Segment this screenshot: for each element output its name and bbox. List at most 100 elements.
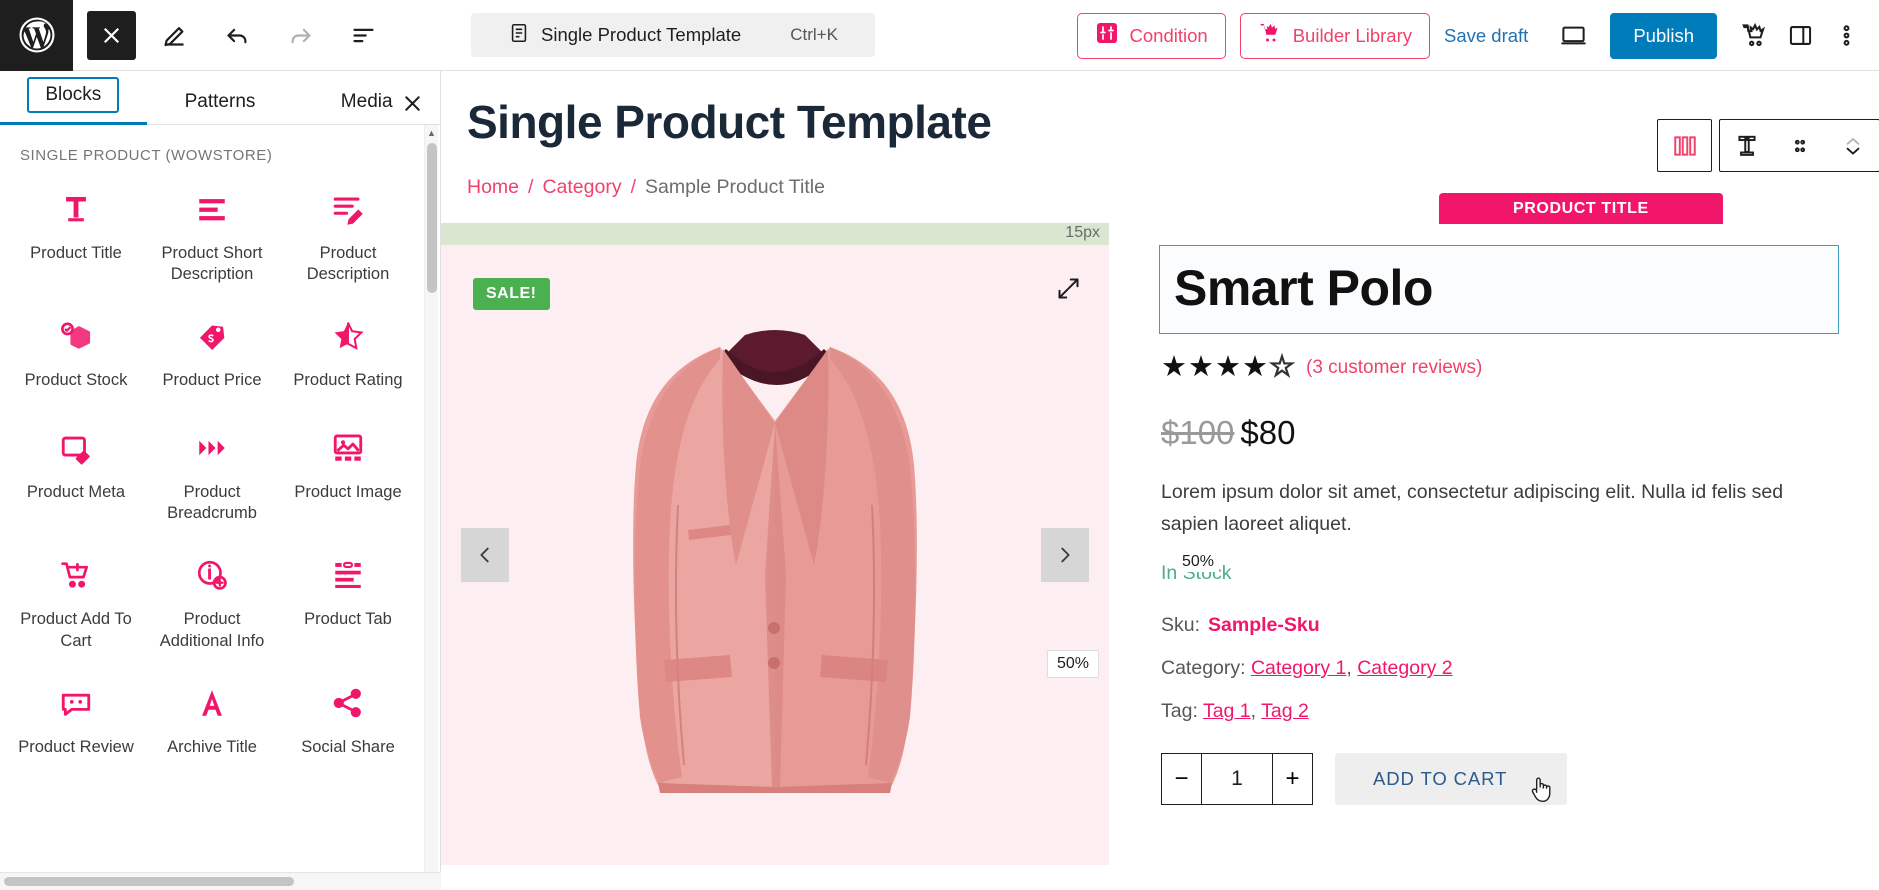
quantity-input[interactable]: 1 (1202, 753, 1272, 806)
save-draft-button[interactable]: Save draft (1444, 25, 1528, 47)
breadcrumb-item-category[interactable]: Category (542, 176, 621, 198)
block-type-product-title-icon[interactable] (1720, 120, 1773, 171)
quantity-decrease-button[interactable]: − (1161, 753, 1202, 806)
sale-badge: SALE! (473, 278, 550, 310)
product-short-description[interactable]: Lorem ipsum dolor sit amet, consectetur … (1159, 477, 1809, 540)
block-item-product-stock[interactable]: Product Stock (8, 295, 144, 407)
product-image (633, 330, 917, 793)
product-gallery-column: 15px SALE! 50% (441, 223, 1109, 865)
tab-patterns-label: Patterns (184, 91, 256, 112)
half-star-icon (331, 317, 365, 355)
product-rating-block[interactable]: ★★★★☆ (3 customer reviews) (1159, 351, 1839, 383)
drag-handle-icon[interactable] (1773, 120, 1826, 171)
block-item-product-rating[interactable]: Product Rating (280, 295, 416, 407)
wowstore-cart-icon[interactable] (1731, 13, 1777, 59)
quantity-increase-button[interactable]: + (1272, 753, 1313, 806)
sidebar-panel-icon[interactable] (1777, 13, 1823, 59)
horizontal-scrollbar-thumb[interactable] (4, 877, 294, 886)
gallery-next-button[interactable] (1041, 528, 1089, 582)
product-price-block[interactable]: $100 $80 (1159, 414, 1839, 452)
selected-block-badge: PRODUCT TITLE (1439, 193, 1723, 224)
move-updown-icon[interactable] (1826, 120, 1879, 171)
block-item-product-title[interactable]: Product Title (8, 168, 144, 295)
add-to-cart-label: ADD TO CART (1373, 768, 1508, 790)
product-layout: 15px SALE! 50% PRODUCT TITLE Smart Polo … (441, 119, 1879, 865)
block-item-archive-title[interactable]: Archive Title (144, 662, 280, 774)
block-item-product-additional-info[interactable]: Product Additional Info (144, 534, 280, 661)
toolbar-group-parent (1657, 119, 1712, 172)
list-view-icon[interactable] (339, 11, 388, 60)
mouse-cursor-hand-icon (1532, 777, 1551, 803)
block-item-product-price[interactable]: Product Price (144, 295, 280, 407)
wordpress-logo-icon[interactable] (0, 0, 73, 71)
block-item-product-review[interactable]: Product Review (8, 662, 144, 774)
block-item-label: Product Title (30, 244, 122, 262)
product-title-block[interactable]: Smart Polo (1159, 245, 1839, 334)
block-item-label: Product Add To Cart (20, 610, 132, 650)
gallery-prev-button[interactable] (461, 528, 509, 582)
tag-label: Tag: (1161, 700, 1198, 723)
close-icon[interactable] (390, 81, 434, 125)
customer-reviews-link[interactable]: (3 customer reviews) (1306, 357, 1482, 379)
block-item-label: Product Stock (24, 371, 128, 390)
document-title: Single Product Template (541, 24, 742, 45)
document-title-pill[interactable]: Single Product Template Ctrl+K (471, 13, 875, 57)
add-to-cart-button[interactable]: ADD TO CART (1335, 753, 1568, 806)
product-image-gallery[interactable]: SALE! 50% (441, 245, 1109, 865)
breadcrumb-item-home[interactable]: Home (467, 176, 519, 198)
category-link-2[interactable]: Category 2 (1357, 657, 1452, 679)
horizontal-scrollbar[interactable] (0, 872, 441, 890)
product-title: Smart Polo (1174, 260, 1433, 316)
tab-blocks[interactable]: Blocks (0, 77, 147, 125)
block-item-product-description[interactable]: Product Description (280, 168, 416, 295)
product-add-to-cart-block: − 1 + ADD TO CART (1159, 753, 1839, 806)
block-item-product-add-to-cart[interactable]: Product Add To Cart (8, 534, 144, 661)
product-category-row: Category: Category 1, Category 2 (1159, 657, 1839, 680)
product-stock-block[interactable]: In Stock 50% (1159, 552, 1839, 592)
scroll-up-arrow[interactable]: ▲ (425, 125, 438, 140)
inserter-body: SINGLE PRODUCT (WOWSTORE) Product Title … (0, 125, 440, 890)
sku-label: Sku: (1161, 614, 1201, 637)
redo-icon (276, 11, 325, 60)
builder-library-label: Builder Library (1292, 24, 1412, 46)
document-shortcut: Ctrl+K (790, 25, 838, 44)
category-comma: , (1346, 657, 1352, 680)
breadcrumb-item-current: Sample Product Title (645, 176, 825, 198)
spacer-size-label: 15px (1065, 224, 1100, 241)
block-item-social-share[interactable]: Social Share (280, 662, 416, 774)
gallery-zoom-label: 50% (1046, 650, 1099, 678)
close-inserter-button[interactable] (87, 10, 136, 60)
desktop-preview-icon[interactable] (1550, 13, 1596, 59)
tag-link-2[interactable]: Tag 2 (1261, 700, 1309, 722)
review-face-icon (59, 684, 93, 722)
rating-stars: ★★★★☆ (1161, 351, 1296, 383)
cart-plus-icon (59, 556, 93, 594)
publish-button[interactable]: Publish (1610, 12, 1717, 59)
tab-patterns[interactable]: Patterns (147, 91, 294, 124)
block-item-label: Product Tab (304, 610, 392, 629)
block-item-product-meta[interactable]: Product Meta (8, 407, 144, 534)
block-item-product-breadcrumb[interactable]: Product Breadcrumb (144, 407, 280, 534)
block-item-label: Product Short Description (161, 244, 263, 284)
pencil-edit-icon[interactable] (150, 11, 199, 60)
condition-button[interactable]: Condition (1076, 12, 1226, 59)
spacer-block[interactable]: 15px (441, 223, 1109, 245)
block-item-product-image[interactable]: Product Image (280, 407, 416, 534)
undo-icon[interactable] (213, 11, 262, 60)
price-original: $100 (1161, 414, 1235, 451)
tag-link-1[interactable]: Tag 1 (1203, 700, 1251, 722)
expand-arrows-icon[interactable] (1055, 275, 1082, 307)
category-link-1[interactable]: Category 1 (1251, 657, 1346, 679)
condition-filter-icon (1095, 21, 1119, 50)
scrollbar-thumb[interactable] (427, 143, 437, 293)
more-vertical-icon[interactable] (1823, 13, 1869, 59)
columns-block-icon[interactable] (1658, 120, 1711, 171)
block-grid: Product Title Product Short Description … (0, 168, 424, 774)
builder-library-button[interactable]: Builder Library (1239, 12, 1430, 59)
block-item-product-short-description[interactable]: Product Short Description (144, 168, 280, 295)
product-sku-row: Sku: Sample-Sku (1159, 614, 1839, 637)
toolbar-group-block (1719, 119, 1879, 172)
inserter-scrollbar[interactable]: ▲ ▼ (424, 125, 438, 890)
product-summary-column: PRODUCT TITLE Smart Polo ★★★★☆ (3 custom… (1109, 119, 1879, 865)
block-item-product-tab[interactable]: Product Tab (280, 534, 416, 661)
